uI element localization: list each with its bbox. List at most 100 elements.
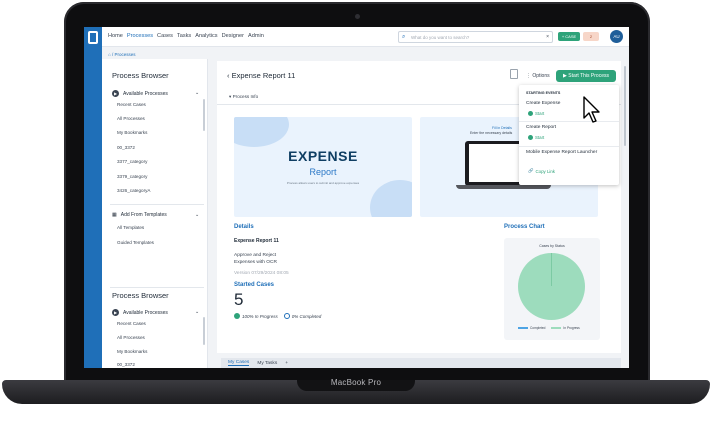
kebab-icon: ⋮: [526, 73, 531, 79]
starting-events-header: STARTING EVENTS: [526, 91, 561, 95]
sidebar-item-3426-categorya[interactable]: 3426_categoryA: [117, 188, 150, 193]
legend-in-progress[interactable]: In Progress: [563, 326, 579, 330]
breadcrumb-separator: /: [111, 52, 114, 57]
back-icon[interactable]: ‹: [227, 71, 230, 80]
play-circle-icon: ▶: [562, 73, 567, 79]
start-label: Start: [535, 135, 545, 140]
new-case-button[interactable]: + CASE: [558, 32, 580, 41]
details-name: Expense Report 11: [234, 238, 279, 244]
pie-slice-in-progress[interactable]: [518, 253, 585, 320]
nav-home[interactable]: Home: [108, 33, 123, 39]
sidebar-item-00-3372[interactable]: 00_3372: [117, 145, 135, 150]
legend-completed[interactable]: Completed: [530, 326, 545, 330]
nav-admin[interactable]: Admin: [248, 33, 264, 39]
chevron-down-icon[interactable]: ⌄: [195, 309, 199, 315]
process-browser-title-2: Process Browser: [112, 291, 169, 300]
mouse-cursor-icon: [583, 96, 600, 123]
add-from-templates-toggle[interactable]: ▦ Add From Templates: [112, 212, 167, 218]
notifications-badge[interactable]: 2: [583, 32, 599, 41]
process-info-toggle[interactable]: ▾ Process Info: [229, 94, 258, 100]
available-processes-toggle-2[interactable]: ▶ Available Processes: [112, 309, 168, 316]
start-label: Start: [535, 111, 545, 116]
details-version: Version 07/29/2024 08:05: [234, 271, 289, 276]
laptop-illustration-base: [456, 185, 551, 189]
sidebar-item-3379-category[interactable]: 3379_category: [117, 174, 147, 179]
play-icon: ▶: [112, 309, 119, 316]
banner2-subtitle: Enter the necessary details: [470, 131, 513, 135]
process-info-label: Process Info: [232, 94, 259, 99]
start-process-label: Start This Process: [568, 73, 609, 79]
tab-my-tasks[interactable]: My Tasks: [257, 361, 277, 366]
process-browser-panel: Process Browser ▶ Available Processes ⌄ …: [102, 59, 208, 368]
screen: Home Processes Cases Tasks Analytics Des…: [84, 27, 629, 368]
process-chart-card: Cases by Status Completed In Progress: [504, 238, 600, 340]
copy-link-label: Copy Link: [535, 168, 555, 174]
add-from-templates-label: Add From Templates: [120, 212, 167, 218]
start-process-button[interactable]: ▶ Start This Process: [556, 70, 616, 82]
sidebar-item-all-processes-2[interactable]: All Processes: [117, 335, 145, 340]
in-progress-dot-icon: [234, 313, 240, 319]
expense-report-banner[interactable]: EXPENSE Report Process allows users to s…: [234, 117, 412, 217]
start-create-report[interactable]: Start: [528, 135, 544, 140]
completed-text: 0% Completed: [291, 313, 322, 319]
starting-events-menu: STARTING EVENTS Create Expense Start Cre…: [519, 85, 619, 185]
sidebar-item-recent-cases-2[interactable]: Recent Cases: [117, 321, 146, 326]
sidebar-item-3377-category[interactable]: 3377_category: [117, 159, 147, 164]
event-mobile-expense-report-launcher[interactable]: Mobile Expense Report Launcher: [526, 150, 606, 156]
divider: [519, 146, 619, 147]
event-create-report[interactable]: Create Report: [526, 125, 606, 131]
nav-analytics[interactable]: Analytics: [195, 33, 217, 39]
sidebar-item-all-templates[interactable]: All Templates: [117, 225, 144, 230]
breadcrumb: ⌂ / Processes: [108, 52, 136, 57]
avatar[interactable]: AU: [610, 30, 623, 43]
main-nav: Home Processes Cases Tasks Analytics Des…: [108, 33, 264, 39]
available-processes-toggle[interactable]: ▶ Available Processes: [112, 90, 168, 97]
panel-scrollbar[interactable]: [203, 99, 205, 131]
nav-processes[interactable]: Processes: [127, 33, 153, 39]
copy-link-mobile-launcher[interactable]: 🔗 Copy Link: [528, 168, 555, 174]
nav-designer[interactable]: Designer: [222, 33, 244, 39]
divider: [519, 121, 619, 122]
sidebar-item-00-3372-2[interactable]: 00_3372: [117, 362, 135, 367]
tab-my-cases[interactable]: My Cases: [228, 360, 250, 366]
bookmark-icon[interactable]: [510, 69, 518, 79]
sidebar-item-guided-templates[interactable]: Guided Templates: [117, 240, 154, 245]
add-tab-button[interactable]: +: [285, 361, 288, 366]
page-title: ‹ Expense Report 11: [227, 71, 295, 80]
panel-scrollbar-2[interactable]: [203, 317, 205, 345]
chevron-down-icon[interactable]: ⌄: [195, 90, 199, 96]
legend-swatch-in-progress: [551, 327, 562, 329]
chart-title: Cases by Status: [539, 244, 565, 248]
menu-scrollbar[interactable]: [624, 66, 626, 146]
sidebar-item-all-processes[interactable]: All Processes: [117, 116, 145, 121]
options-button[interactable]: ⋮ Options: [526, 73, 550, 79]
available-processes-label-2: Available Processes: [123, 309, 168, 316]
sidebar-item-my-bookmarks-2[interactable]: My Bookmarks: [117, 349, 147, 354]
left-rail: [84, 27, 102, 368]
details-description: Approve and Reject Expenses with OCR: [234, 253, 277, 265]
search-icon: ⌕: [402, 34, 406, 40]
nav-cases[interactable]: Cases: [157, 33, 173, 39]
grid-icon: ▦: [112, 212, 117, 218]
in-progress-text: 100% In Progress: [242, 313, 278, 319]
breadcrumb-processes[interactable]: Processes: [115, 52, 136, 57]
home-icon[interactable]: ⌂: [108, 52, 111, 57]
cases-status-legend: 100% In Progress 0% Completed: [234, 313, 321, 319]
link-icon: 🔗: [528, 168, 534, 173]
search-placeholder: What do you want to search?: [411, 35, 470, 40]
caret-down-icon: ▾: [229, 94, 232, 99]
chevron-down-icon[interactable]: ⌄: [195, 212, 199, 218]
chart-legend: Completed In Progress: [518, 326, 580, 330]
clear-search-icon[interactable]: ×: [546, 34, 549, 40]
search-input[interactable]: ⌕ What do you want to search? ×: [398, 31, 553, 43]
divider: [110, 287, 204, 288]
bottom-tabs: My Cases My Tasks +: [221, 358, 621, 368]
app-logo-icon[interactable]: [88, 31, 98, 44]
sidebar-item-recent-cases[interactable]: Recent Cases: [117, 102, 146, 107]
process-title: Expense Report 11: [231, 71, 296, 80]
completed-dot-icon: [283, 313, 290, 319]
sidebar-item-my-bookmarks[interactable]: My Bookmarks: [117, 130, 147, 135]
nav-tasks[interactable]: Tasks: [177, 33, 191, 39]
start-create-expense[interactable]: Start: [528, 111, 544, 116]
banner-subtitle: Report: [309, 167, 337, 177]
